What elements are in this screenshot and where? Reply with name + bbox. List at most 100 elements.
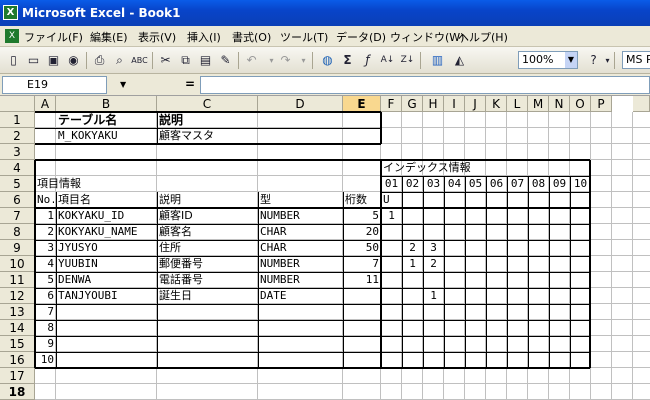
print-preview-icon[interactable]: ⌕	[110, 51, 129, 70]
row-header-17[interactable]: 17	[0, 368, 35, 384]
cell-c6[interactable]: 説明	[159, 192, 256, 208]
cell-c8[interactable]: 顧客名	[159, 224, 256, 240]
row-header-11[interactable]: 11	[0, 272, 35, 288]
redo-icon[interactable]: ↷	[276, 51, 295, 70]
cell-b9[interactable]: JYUSYO	[58, 240, 155, 256]
cell-f4[interactable]: インデックス情報	[383, 160, 579, 176]
menu-window[interactable]: ウィンドウ(W)	[390, 29, 464, 45]
cell-a11[interactable]: 5	[37, 272, 54, 288]
cell-n5[interactable]: 09	[551, 176, 568, 192]
menu-help[interactable]: ヘルプ(H)	[458, 29, 508, 45]
row-header-3[interactable]: 3	[0, 144, 35, 160]
cell-d8[interactable]: CHAR	[260, 224, 341, 240]
menu-edit[interactable]: 編集(E)	[90, 29, 128, 45]
row-header-12[interactable]: 12	[0, 288, 35, 304]
menu-insert[interactable]: 挿入(I)	[187, 29, 221, 45]
column-header-g[interactable]: G	[402, 96, 423, 112]
function-icon[interactable]: ƒ	[358, 51, 377, 70]
cell-d7[interactable]: NUMBER	[260, 208, 341, 224]
cell-h9[interactable]: 3	[425, 240, 442, 256]
cell-b10[interactable]: YUUBIN	[58, 256, 155, 272]
cell-a9[interactable]: 3	[37, 240, 54, 256]
cell-e11[interactable]: 11	[345, 272, 379, 288]
menu-view[interactable]: 表示(V)	[138, 29, 176, 45]
cell-b8[interactable]: KOKYAKU_NAME	[58, 224, 155, 240]
cell-c7[interactable]: 顧客ID	[159, 208, 256, 224]
cell-a6[interactable]: No.	[37, 192, 54, 208]
row-header-8[interactable]: 8	[0, 224, 35, 240]
cell-b12[interactable]: TANJYOUBI	[58, 288, 155, 304]
column-header-d[interactable]: D	[258, 96, 343, 112]
title-bar[interactable]: Microsoft Excel - Book1	[0, 0, 650, 26]
chart-wizard-icon[interactable]: ▥	[428, 51, 447, 70]
save-icon[interactable]: ▣	[44, 51, 63, 70]
formula-equals-icon[interactable]: =	[185, 77, 195, 91]
cell-h12[interactable]: 1	[425, 288, 442, 304]
paste-icon[interactable]: ▤	[196, 51, 215, 70]
column-header-e[interactable]: E	[343, 96, 381, 112]
column-header-j[interactable]: J	[465, 96, 486, 112]
cell-c2[interactable]: 顧客マスタ	[159, 128, 256, 144]
chevron-down-icon[interactable]: ▼	[120, 80, 126, 89]
autosum-icon[interactable]: Σ	[338, 51, 357, 70]
cell-g9[interactable]: 2	[404, 240, 421, 256]
copy-icon[interactable]: ⧉	[176, 51, 195, 70]
cell-c10[interactable]: 郵便番号	[159, 256, 256, 272]
cell-d9[interactable]: CHAR	[260, 240, 341, 256]
row-header-6[interactable]: 6	[0, 192, 35, 208]
row-header-13[interactable]: 13	[0, 304, 35, 320]
cell-b6[interactable]: 項目名	[58, 192, 155, 208]
zoom-dropdown[interactable]: 100% ▼	[518, 51, 578, 69]
format-painter-icon[interactable]: ✎	[216, 51, 235, 70]
row-header-16[interactable]: 16	[0, 352, 35, 368]
sort-descending-icon[interactable]: Z↓	[398, 51, 417, 70]
cell-e9[interactable]: 50	[345, 240, 379, 256]
row-header-14[interactable]: 14	[0, 320, 35, 336]
undo-icon[interactable]: ↶	[242, 51, 261, 70]
row-header-9[interactable]: 9	[0, 240, 35, 256]
cell-d10[interactable]: NUMBER	[260, 256, 341, 272]
cell-e8[interactable]: 20	[345, 224, 379, 240]
cell-h10[interactable]: 2	[425, 256, 442, 272]
column-header-q[interactable]	[633, 96, 650, 112]
cell-b11[interactable]: DENWA	[58, 272, 155, 288]
menu-data[interactable]: データ(D)	[336, 29, 386, 45]
font-name-dropdown[interactable]: MS P	[622, 51, 650, 69]
column-header-f[interactable]: F	[381, 96, 402, 112]
cell-a15[interactable]: 9	[37, 336, 54, 352]
excel-icon[interactable]: X	[3, 5, 18, 20]
new-icon[interactable]: ▯	[4, 51, 23, 70]
row-header-2[interactable]: 2	[0, 128, 35, 144]
row-header-15[interactable]: 15	[0, 336, 35, 352]
cell-g5[interactable]: 02	[404, 176, 421, 192]
cell-a7[interactable]: 1	[37, 208, 54, 224]
column-header-l[interactable]: L	[507, 96, 528, 112]
cell-d6[interactable]: 型	[260, 192, 341, 208]
cell-a10[interactable]: 4	[37, 256, 54, 272]
row-header-4[interactable]: 4	[0, 160, 35, 176]
cell-a16[interactable]: 10	[37, 352, 54, 368]
cell-c1[interactable]: 説明	[159, 112, 256, 128]
cell-f7[interactable]: 1	[383, 208, 400, 224]
print-icon[interactable]: ⎙	[90, 51, 109, 70]
column-header-m[interactable]: M	[528, 96, 549, 112]
cell-g10[interactable]: 1	[404, 256, 421, 272]
column-header-b[interactable]: B	[56, 96, 157, 112]
cut-icon[interactable]: ✂	[156, 51, 175, 70]
column-header-i[interactable]: I	[444, 96, 465, 112]
cell-a13[interactable]: 7	[37, 304, 54, 320]
column-header-k[interactable]: K	[486, 96, 507, 112]
column-header-h[interactable]: H	[423, 96, 444, 112]
cell-b7[interactable]: KOKYAKU_ID	[58, 208, 155, 224]
column-header-n[interactable]: N	[549, 96, 570, 112]
cell-d12[interactable]: DATE	[260, 288, 341, 304]
cell-j5[interactable]: 05	[467, 176, 484, 192]
cell-f6[interactable]: U	[383, 192, 400, 208]
hyperlink-icon[interactable]: ◍	[318, 51, 337, 70]
permission-icon[interactable]: ◉	[64, 51, 83, 70]
row-header-10[interactable]: 10	[0, 256, 35, 272]
cell-m5[interactable]: 08	[530, 176, 547, 192]
cell-a14[interactable]: 8	[37, 320, 54, 336]
chevron-down-icon[interactable]: ▼	[565, 52, 577, 68]
cell-a12[interactable]: 6	[37, 288, 54, 304]
